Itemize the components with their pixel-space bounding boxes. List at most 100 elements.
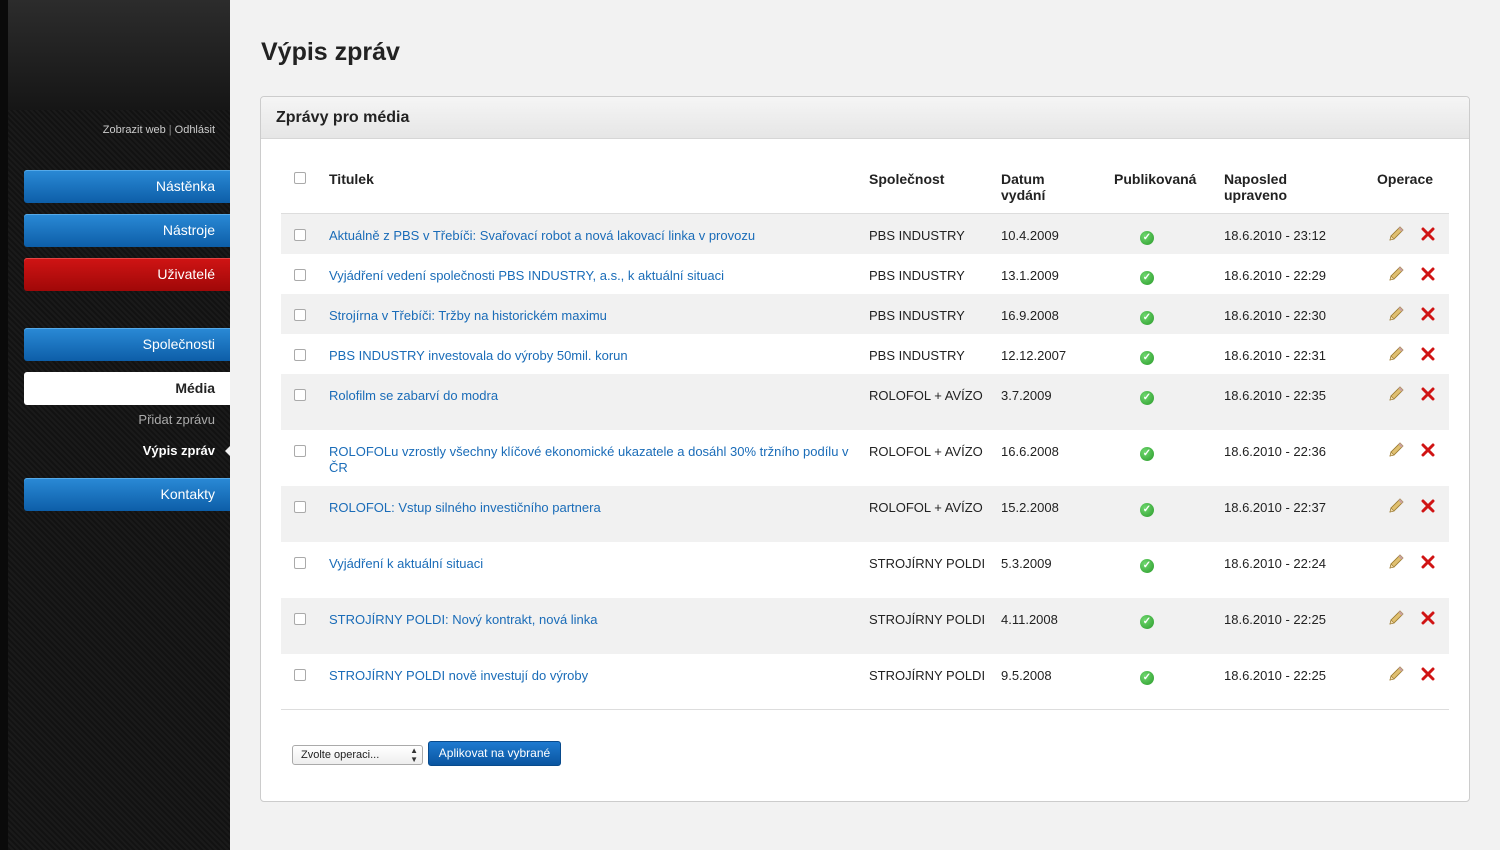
message-date: 16.9.2008: [1001, 307, 1059, 323]
x-icon[interactable]: [1421, 387, 1435, 401]
column-header-date[interactable]: Datum vydání: [1001, 157, 1114, 214]
check-circle-icon: ✓: [1140, 390, 1154, 405]
column-header-title[interactable]: Titulek: [329, 157, 869, 214]
message-updated: 18.6.2010 - 22:24: [1224, 555, 1326, 571]
table-row: PBS INDUSTRY investovala do výroby 50mil…: [281, 333, 1449, 374]
x-icon[interactable]: [1421, 499, 1435, 513]
table-row: STROJÍRNY POLDI nově investují do výroby…: [281, 653, 1449, 710]
pencil-icon[interactable]: [1387, 265, 1405, 283]
nav-subitem-list-messages[interactable]: Výpis zpráv: [24, 443, 215, 458]
check-circle-icon: ✓: [1140, 350, 1154, 365]
table-row: ROLOFOL: Vstup silného investičního part…: [281, 485, 1449, 542]
message-title-link[interactable]: Strojírna v Třebíči: Tržby na historické…: [329, 308, 869, 324]
x-icon[interactable]: [1421, 307, 1435, 321]
row-checkbox[interactable]: [294, 268, 306, 281]
message-title-link[interactable]: Vyjádření k aktuální situaci: [329, 556, 869, 572]
pencil-icon[interactable]: [1387, 497, 1405, 515]
logout-link[interactable]: Odhlásit: [175, 124, 215, 136]
row-checkbox[interactable]: [294, 229, 306, 241]
x-icon[interactable]: [1421, 267, 1435, 281]
message-title-link[interactable]: Aktuálně z PBS v Třebíči: Svařovací robo…: [329, 228, 869, 244]
nav-item-users[interactable]: Uživatelé: [24, 258, 230, 291]
table-header-row: Titulek Společnost Datum vydání Publikov…: [281, 157, 1449, 214]
message-title-link[interactable]: Vyjádření vedení společnosti PBS INDUSTR…: [329, 268, 869, 284]
row-checkbox[interactable]: [294, 444, 306, 457]
sidebar-edge: [0, 0, 8, 850]
messages-panel: Zprávy pro média Titulek Společnost Datu…: [260, 96, 1470, 802]
table-row: ROLOFOLu vzrostly všechny klíčové ekonom…: [281, 429, 1449, 486]
pencil-icon[interactable]: [1387, 441, 1405, 459]
x-icon[interactable]: [1421, 347, 1435, 361]
select-arrows-icon: ▲ ▼: [410, 746, 418, 764]
x-icon[interactable]: [1421, 443, 1435, 457]
x-icon[interactable]: [1421, 667, 1435, 681]
pencil-icon[interactable]: [1387, 553, 1405, 571]
pencil-icon[interactable]: [1387, 225, 1405, 243]
pencil-icon[interactable]: [1387, 665, 1405, 683]
select-all-checkbox[interactable]: [294, 172, 306, 184]
x-icon[interactable]: [1421, 555, 1435, 569]
message-title-link[interactable]: ROLOFOL: Vstup silného investičního part…: [329, 500, 869, 516]
show-web-link[interactable]: Zobrazit web: [103, 124, 166, 136]
check-circle-icon: ✓: [1140, 502, 1154, 517]
bulk-operation-selected-value: Zvolte operaci...: [301, 749, 380, 761]
sidebar: Zobrazit web | Odhlásit Nástěnka Nástroje …: [0, 0, 230, 850]
top-links: Zobrazit web | Odhlásit: [103, 124, 215, 136]
row-checkbox[interactable]: [294, 500, 306, 513]
row-checkbox[interactable]: [294, 348, 306, 361]
message-title-link[interactable]: ROLOFOLu vzrostly všechny klíčové ekonom…: [329, 444, 869, 476]
message-updated: 18.6.2010 - 22:29: [1224, 267, 1326, 283]
table-row: Rolofilm se zabarví do modra ROLOFOL + AV…: [281, 373, 1449, 430]
message-date: 13.1.2009: [1001, 267, 1059, 283]
bulk-operation-select[interactable]: Zvolte operaci... ▲ ▼: [292, 745, 423, 765]
row-checkbox[interactable]: [294, 308, 306, 321]
row-checkbox[interactable]: [294, 388, 306, 401]
nav-item-contacts[interactable]: Kontakty: [24, 478, 230, 511]
message-date: 10.4.2009: [1001, 228, 1059, 243]
message-company: PBS INDUSTRY: [869, 347, 965, 363]
message-title-link[interactable]: Rolofilm se zabarví do modra: [329, 388, 869, 404]
message-date: 4.11.2008: [1001, 611, 1058, 627]
nav-subitem-add-message[interactable]: Přidat zprávu: [24, 412, 215, 427]
panel-title: Zprávy pro média: [261, 97, 1469, 139]
row-checkbox[interactable]: [294, 668, 306, 681]
x-icon[interactable]: [1421, 227, 1435, 241]
message-date: 16.6.2008: [1001, 443, 1059, 459]
pencil-icon[interactable]: [1387, 385, 1405, 403]
x-icon[interactable]: [1421, 611, 1435, 625]
column-header-company[interactable]: Společnost: [869, 157, 1001, 214]
sidebar-header: [8, 0, 230, 110]
column-header-updated[interactable]: Naposled upraveno: [1224, 157, 1349, 214]
message-title-link[interactable]: STROJÍRNY POLDI: Nový kontrakt, nová lin…: [329, 612, 869, 628]
nav-item-companies[interactable]: Společnosti: [24, 328, 230, 361]
table-row: Vyjádření vedení společnosti PBS INDUSTR…: [281, 253, 1449, 294]
message-updated: 18.6.2010 - 22:30: [1224, 307, 1326, 323]
check-circle-icon: ✓: [1140, 558, 1154, 573]
row-checkbox[interactable]: [294, 556, 306, 569]
table-row: Vyjádření k aktuální situaci STROJÍRNY PO…: [281, 541, 1449, 598]
message-company: ROLOFOL + AVÍZO: [869, 387, 983, 403]
message-company: PBS INDUSTRY: [869, 228, 965, 243]
page-title: Výpis zpráv: [261, 38, 400, 66]
message-updated: 18.6.2010 - 22:36: [1224, 443, 1326, 459]
nav-item-tools[interactable]: Nástroje: [24, 214, 230, 247]
pencil-icon[interactable]: [1387, 345, 1405, 363]
row-checkbox[interactable]: [294, 612, 306, 625]
message-title-link[interactable]: PBS INDUSTRY investovala do výroby 50mil…: [329, 348, 869, 364]
table-body: Aktuálně z PBS v Třebíči: Svařovací robo…: [281, 213, 1449, 710]
table-row: Aktuálně z PBS v Třebíči: Svařovací robo…: [281, 213, 1449, 254]
check-circle-icon: ✓: [1140, 270, 1154, 285]
message-company: STROJÍRNY POLDI: [869, 667, 986, 683]
apply-to-selected-button[interactable]: Aplikovat na vybrané: [428, 741, 561, 766]
nav-item-dashboard[interactable]: Nástěnka: [24, 170, 230, 203]
message-title-link[interactable]: STROJÍRNY POLDI nově investují do výroby: [329, 668, 869, 684]
message-updated: 18.6.2010 - 23:12: [1224, 228, 1326, 243]
message-company: ROLOFOL + AVÍZO: [869, 443, 983, 459]
table-row: Strojírna v Třebíči: Tržby na historické…: [281, 293, 1449, 334]
nav-item-media[interactable]: Média: [24, 372, 230, 405]
pencil-icon[interactable]: [1387, 305, 1405, 323]
pencil-icon[interactable]: [1387, 609, 1405, 627]
message-date: 3.7.2009: [1001, 387, 1052, 403]
message-updated: 18.6.2010 - 22:31: [1224, 347, 1326, 363]
column-header-published[interactable]: Publikovaná: [1114, 157, 1224, 214]
